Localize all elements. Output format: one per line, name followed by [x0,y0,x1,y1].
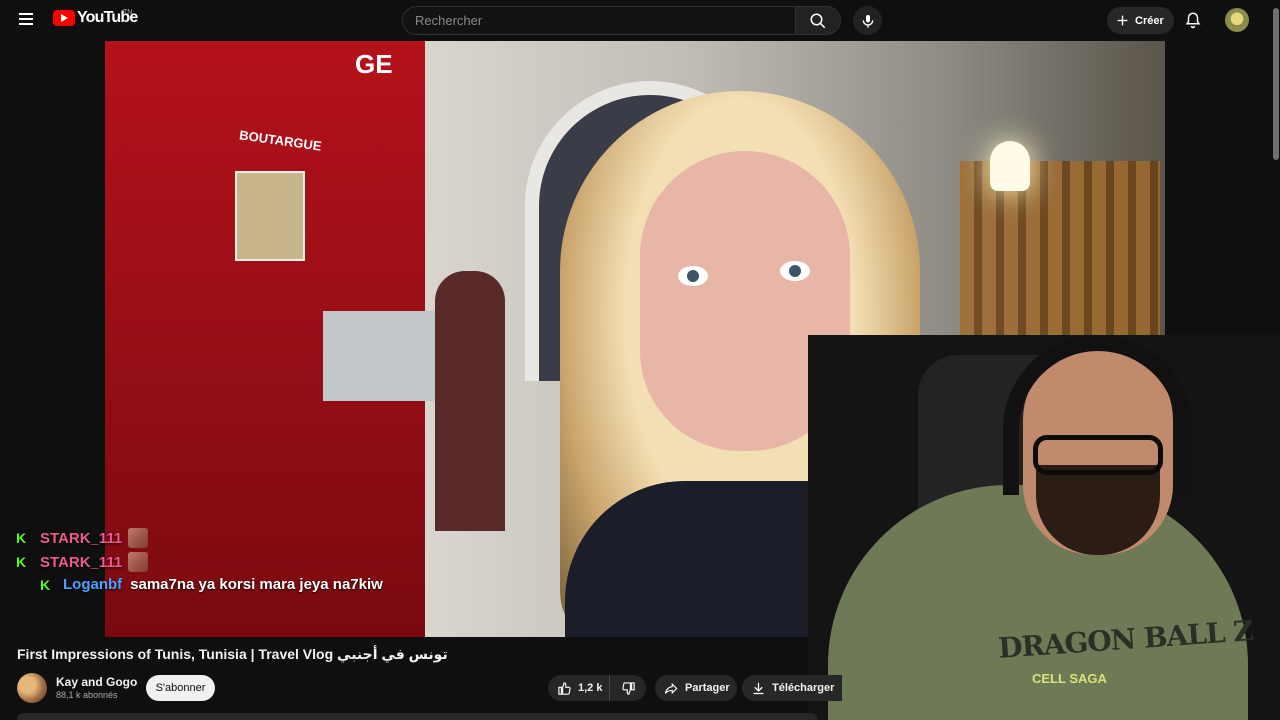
search-box [402,6,796,35]
webcam-overlay: DRAGON BALL Z CELL SAGA [808,335,1280,720]
video-poster [235,171,305,261]
chat-message-1: K STARK_111 [16,528,149,548]
search-input[interactable] [403,7,796,34]
chat-username: STARK_111 [40,529,123,547]
chat-username: Loganbf [63,576,123,593]
chat-emote-icon [128,552,149,572]
search-button[interactable] [795,6,841,35]
thumbs-down-icon [621,681,635,695]
chat-message-3: K Loganbf sama7na ya korsi mara jeya na7… [40,576,383,593]
thumbs-up-icon [558,681,571,695]
chat-message-2: K STARK_111 [16,552,149,572]
video-eye-left [678,266,708,286]
video-stall-sign: GE [355,49,393,79]
search-icon [810,13,826,28]
download-icon [753,682,764,694]
chat-message-text: sama7na ya korsi mara jeya na7kiw [130,576,383,593]
voice-search-button[interactable] [853,6,882,35]
video-lamp [990,141,1030,191]
create-button[interactable]: Créer [1107,7,1174,34]
kick-icon: K [40,576,51,593]
video-eye-right [780,261,810,281]
video-background-person [435,271,505,531]
youtube-play-icon [53,10,75,26]
share-arrow-icon [664,682,678,694]
like-button[interactable]: 1,2 k [548,675,610,701]
video-title: First Impressions of Tunis, Tunisia | Tr… [17,646,448,662]
subscribe-button[interactable]: S'abonner [146,675,215,701]
share-button[interactable]: Partager [655,675,737,701]
chat-emote-icon [128,528,149,548]
notifications-bell-icon[interactable] [1184,10,1204,30]
channel-name[interactable]: Kay and Gogo [56,675,137,689]
user-avatar[interactable] [1225,8,1249,32]
webcam-shirt-subtext: CELL SAGA [1032,671,1107,686]
download-button[interactable]: Télécharger [742,675,842,701]
share-label: Partager [685,682,730,694]
hamburger-menu-icon[interactable] [14,10,38,30]
kick-icon: K [16,530,27,546]
kick-icon: K [16,554,27,570]
description-panel-edge[interactable] [17,713,817,720]
scrollbar-thumb[interactable] [1273,8,1279,160]
dislike-button[interactable] [610,675,646,701]
country-code: TN [123,9,133,16]
channel-avatar[interactable] [17,673,47,703]
microphone-icon [862,14,873,28]
subscriber-count: 88,1 k abonnés [56,690,118,700]
video-cheese-counter [323,311,443,401]
top-bar: YouTube TN Créer [0,0,1280,41]
chat-username: STARK_111 [40,553,123,571]
plus-icon [1117,15,1128,26]
like-dislike-group: 1,2 k [548,675,646,701]
download-label: Télécharger [772,682,835,694]
like-count: 1,2 k [578,682,603,694]
create-label: Créer [1135,14,1164,27]
